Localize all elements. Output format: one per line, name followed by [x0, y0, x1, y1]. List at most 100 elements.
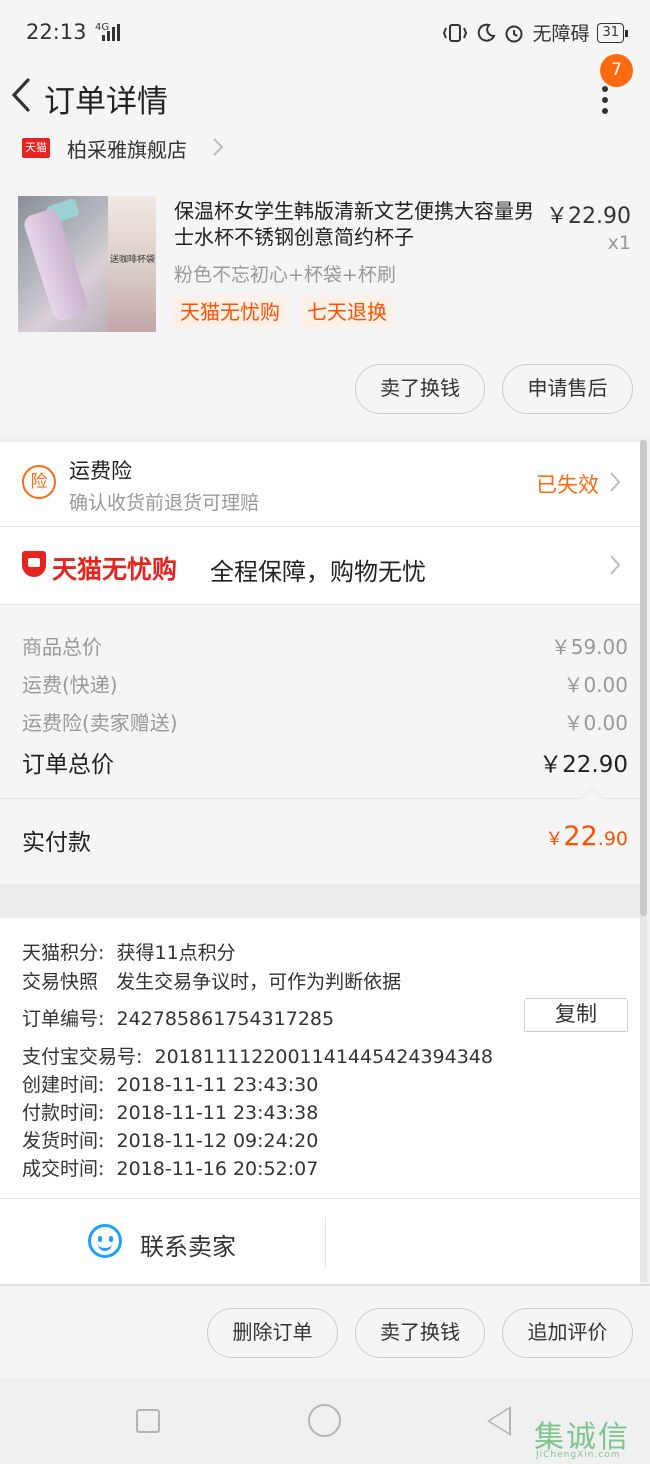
- sell-for-cash-button[interactable]: 卖了换钱: [355, 1308, 485, 1358]
- store-name[interactable]: 柏采雅旗舰店: [67, 134, 187, 163]
- points-label: 天猫积分:: [22, 942, 105, 964]
- tag-worry-free: 天猫无忧购: [174, 296, 286, 328]
- paid-currency: ￥: [545, 829, 564, 850]
- time-label: 付款时间:: [22, 1102, 105, 1124]
- time-label: 发货时间:: [22, 1130, 105, 1152]
- product-image[interactable]: 送咖啡杯袋: [18, 196, 156, 332]
- snapshot-row[interactable]: 交易快照 发生交易争议时，可作为判断依据: [22, 967, 401, 994]
- order-total-label: 订单总价: [22, 752, 114, 778]
- time-value: 2018-11-16 20:52:07: [116, 1158, 319, 1180]
- sell-for-cash-button[interactable]: 卖了换钱: [355, 364, 485, 414]
- paid-decimal: .90: [597, 828, 628, 850]
- page-title: 订单详情: [44, 84, 168, 120]
- order-number-value: 242785861754317285: [116, 1008, 335, 1030]
- status-right: 无障碍 31: [442, 19, 628, 46]
- time-value: 2018-11-11 23:43:30: [116, 1074, 319, 1096]
- time-row: 创建时间: 2018-11-11 23:43:30: [22, 1070, 318, 1097]
- order-details: 天猫积分: 获得11点积分 交易快照 发生交易争议时，可作为判断依据 订单编号:…: [0, 918, 640, 1198]
- navigation-bar: 订单详情 7: [0, 54, 650, 138]
- shield-icon: [22, 551, 46, 577]
- back-icon[interactable]: [487, 1406, 511, 1436]
- more-menu-icon[interactable]: [598, 86, 612, 126]
- snapshot-value: 发生交易争议时，可作为判断依据: [116, 971, 402, 993]
- divider: [325, 1217, 326, 1267]
- actual-paid-amount: ￥22.90: [545, 821, 628, 852]
- product-title[interactable]: 保温杯女学生韩版清新文艺便携大容量男士水杯不锈钢创意简约杯子: [174, 198, 534, 250]
- product-image-caption: 送咖啡杯袋: [110, 255, 156, 265]
- insurance-icon: 险: [22, 465, 56, 499]
- snapshot-label: 交易快照: [22, 971, 99, 993]
- store-row[interactable]: 天猫 柏采雅旗舰店: [0, 138, 650, 184]
- order-number-row: 订单编号: 242785861754317285: [22, 1004, 334, 1031]
- delete-order-button[interactable]: 删除订单: [207, 1308, 338, 1358]
- recent-apps-icon[interactable]: [136, 1409, 160, 1433]
- insurance-subtitle: 确认收货前退货可理赔: [69, 492, 260, 514]
- product-sku: 粉色不忘初心+杯袋+杯刷: [174, 264, 396, 286]
- time-row: 发货时间: 2018-11-12 09:24:20: [22, 1126, 318, 1153]
- order-total-value: ￥22.90: [539, 752, 628, 778]
- caret-up-icon: [580, 788, 604, 799]
- summary-value: ￥59.00: [550, 635, 628, 659]
- chat-face-icon[interactable]: [88, 1224, 122, 1258]
- summary-row-total: 订单总价 ￥22.90: [22, 745, 628, 779]
- battery-icon: 31: [597, 22, 628, 43]
- status-bar: 22:13 4G 无障碍 31: [0, 0, 650, 66]
- actual-paid-label: 实付款: [22, 830, 91, 856]
- summary-row-insurance: 运费险(卖家赠送) ￥0.00: [22, 707, 628, 736]
- time-value: 2018-11-12 09:24:20: [116, 1130, 319, 1152]
- summary-value: ￥0.00: [563, 673, 628, 697]
- time-value: 2018-11-11 23:43:38: [116, 1102, 319, 1124]
- worry-free-slogan: 全程保障，购物无忧: [210, 558, 426, 586]
- after-sale-button[interactable]: 申请售后: [502, 364, 633, 414]
- accessibility-text: 无障碍: [532, 23, 590, 45]
- paid-integer: 22: [563, 821, 598, 852]
- watermark-logo: 集诚信 JiChengXin.com: [534, 1412, 650, 1464]
- insurance-status: 已失效: [536, 473, 599, 497]
- scrollbar-thumb[interactable]: [640, 440, 647, 916]
- alipay-value: 2018111122001141445424394348: [154, 1046, 493, 1068]
- summary-label: 运费险(卖家赠送): [22, 711, 178, 735]
- time-row: 成交时间: 2018-11-16 20:52:07: [22, 1154, 318, 1181]
- actual-paid-row: 实付款 ￥22.90: [0, 788, 640, 884]
- summary-row-shipping: 运费(快递) ￥0.00: [22, 669, 628, 698]
- watermark-url: JiChengXin.com: [536, 1450, 621, 1460]
- contact-seller-button[interactable]: 联系卖家: [140, 1227, 236, 1262]
- home-icon[interactable]: [308, 1404, 341, 1437]
- product-card: 送咖啡杯袋 保温杯女学生韩版清新文艺便携大容量男士水杯不锈钢创意简约杯子 ￥22…: [0, 184, 650, 434]
- points-row: 天猫积分: 获得11点积分: [22, 938, 236, 965]
- status-time: 22:13: [26, 20, 87, 44]
- signal-icon: [102, 24, 120, 41]
- chevron-right-icon: [608, 468, 622, 502]
- summary-value: ￥0.00: [563, 711, 628, 735]
- alipay-label: 支付宝交易号:: [22, 1046, 143, 1068]
- shipping-insurance-row[interactable]: 险 运费险 确认收货前退货可理赔 已失效: [0, 442, 640, 526]
- tmall-logo: 天猫: [22, 138, 50, 158]
- insurance-title: 运费险: [69, 459, 132, 483]
- vibrate-icon: [443, 23, 468, 42]
- alipay-row: 支付宝交易号: 2018111122001141445424394348: [22, 1042, 493, 1069]
- moon-icon: [478, 23, 497, 42]
- alarm-icon: [505, 25, 523, 42]
- order-actions: 删除订单 卖了换钱 追加评价: [0, 1284, 650, 1378]
- copy-button[interactable]: 复制: [524, 998, 628, 1032]
- product-quantity: x1: [607, 232, 631, 254]
- worry-free-row[interactable]: 天猫无忧购 全程保障，购物无忧: [0, 526, 640, 604]
- product-price: ￥22.90: [546, 204, 631, 229]
- scrollbar[interactable]: [640, 440, 647, 1282]
- notification-badge: 7: [600, 54, 633, 87]
- time-label: 创建时间:: [22, 1074, 105, 1096]
- order-number-label: 订单编号:: [22, 1008, 105, 1030]
- section-divider: [0, 884, 640, 918]
- summary-label: 运费(快递): [22, 673, 118, 697]
- chevron-right-icon: [608, 551, 622, 585]
- back-arrow-icon[interactable]: [8, 74, 32, 125]
- contact-seller-row: 联系卖家: [0, 1198, 640, 1284]
- chevron-right-icon: [212, 134, 224, 165]
- points-value: 获得11点积分: [116, 942, 236, 964]
- worry-free-brand: 天猫无忧购: [52, 555, 178, 584]
- time-label: 成交时间:: [22, 1158, 105, 1180]
- add-review-button[interactable]: 追加评价: [502, 1308, 633, 1358]
- price-summary: 商品总价 ￥59.00 运费(快递) ￥0.00 运费险(卖家赠送) ￥0.00…: [0, 604, 640, 798]
- time-row: 付款时间: 2018-11-11 23:43:38: [22, 1098, 318, 1125]
- summary-label: 商品总价: [22, 635, 102, 659]
